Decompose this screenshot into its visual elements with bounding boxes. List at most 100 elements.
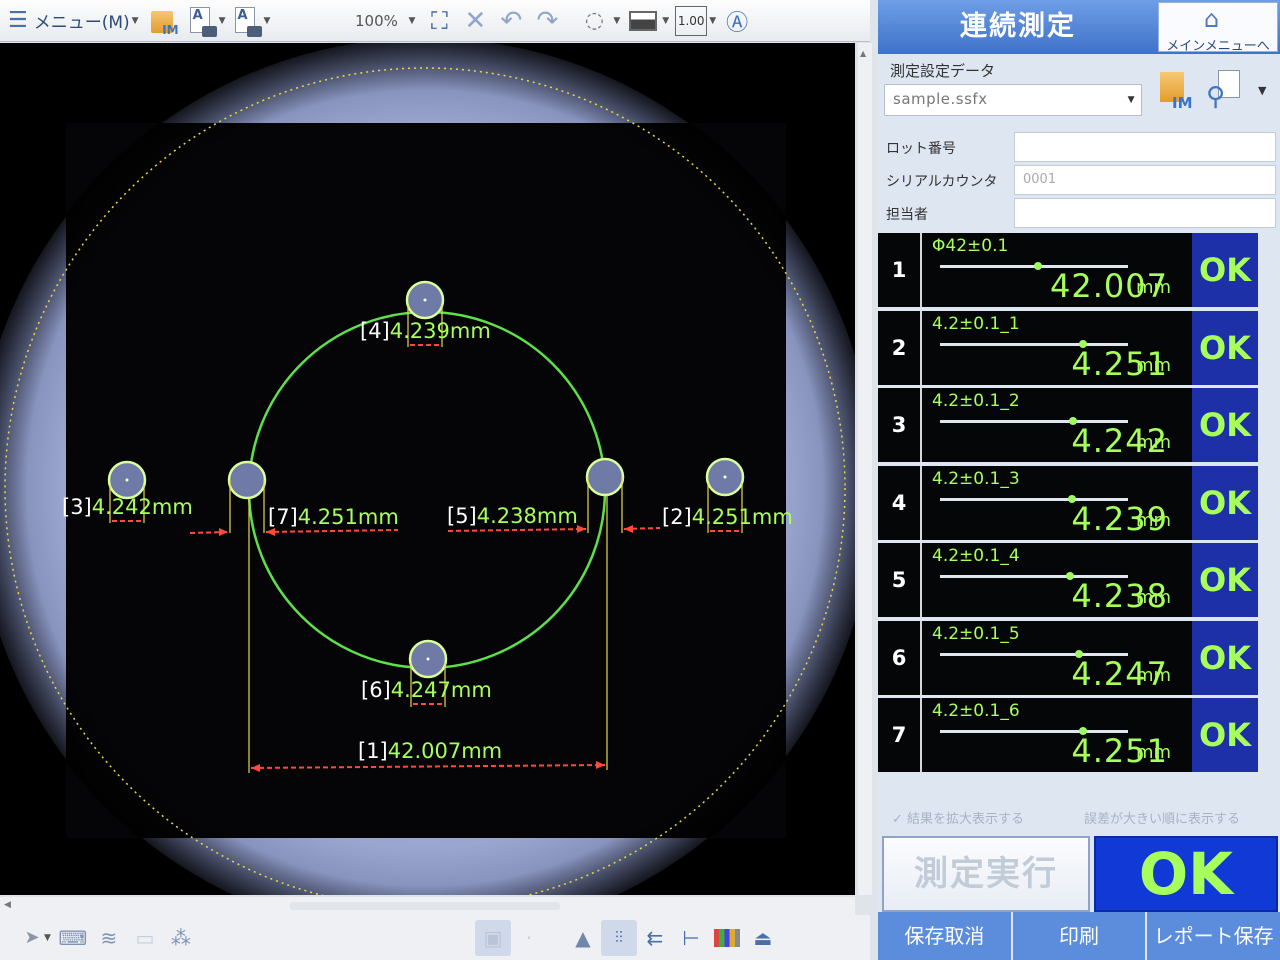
result-unit: mm xyxy=(1136,354,1172,376)
undo-button[interactable]: ↶ xyxy=(493,3,529,39)
measure-label-4[interactable]: [4]4.239mm xyxy=(360,319,491,343)
result-number: 1 xyxy=(878,233,922,307)
save-button[interactable]: A xyxy=(187,5,217,37)
zoom-level[interactable]: 100% xyxy=(346,12,406,30)
measure-id: [4] xyxy=(360,319,390,343)
view-mode-button[interactable]: ▣ xyxy=(474,919,511,956)
setting-file-select[interactable]: sample.ssfx ▼ xyxy=(884,84,1142,116)
lot-number-input[interactable] xyxy=(1014,132,1276,162)
serial-counter-input[interactable]: 0001 xyxy=(1014,165,1276,195)
sort-by-error-option[interactable]: 誤差が大きい順に表示する xyxy=(1084,808,1240,827)
panel-header: 連続測定 ⌂ メインメニューへ xyxy=(878,0,1280,54)
menu-button[interactable]: ☰ メニュー(M) ▼ xyxy=(0,3,149,39)
app-window: ☰ メニュー(M) ▼ IM A ▼ A ▼ 100% ▼ ⛶ ✕ ↶ ↷ ◌ … xyxy=(0,0,1280,960)
result-row[interactable]: 1 Φ42±0.1 42.007 mm OK xyxy=(878,233,1258,307)
layers-button[interactable]: ≋ xyxy=(91,920,127,956)
measure-label-6[interactable]: [6]4.247mm xyxy=(361,678,492,702)
chevron-down-icon[interactable]: ▼ xyxy=(709,16,716,26)
result-row[interactable]: 4 4.2±0.1_3 4.239 mm OK xyxy=(878,465,1258,540)
print-button[interactable]: A xyxy=(232,5,262,37)
blank-tool-button[interactable]: · xyxy=(511,920,547,956)
display-options: ✓ 結果を拡大表示する 誤差が大きい順に表示する xyxy=(878,804,1280,828)
measure-label-2[interactable]: [2]4.251mm xyxy=(662,505,793,529)
setting-data-label: 測定設定データ xyxy=(890,62,996,80)
chevron-down-icon[interactable]: ▼ xyxy=(1258,84,1266,97)
image-button[interactable]: ▭ xyxy=(127,920,163,956)
result-number: 4 xyxy=(878,465,922,540)
print-button[interactable]: 印刷 xyxy=(1013,912,1148,960)
camera-view[interactable]: [4]4.239mm [3]4.242mm [7]4.251mm [5]4.23… xyxy=(0,43,855,895)
scale-button[interactable]: 1.00 xyxy=(675,5,708,36)
operator-input[interactable] xyxy=(1014,198,1276,228)
measure-value: 4.251mm xyxy=(691,505,793,529)
scroll-left-icon[interactable]: ◀ xyxy=(4,900,11,910)
measure-value: 42.007mm xyxy=(387,739,503,763)
result-row[interactable]: 2 4.2±0.1_1 4.251 mm OK xyxy=(878,310,1258,385)
result-row[interactable]: 7 4.2±0.1_6 4.251 mm OK xyxy=(878,698,1258,772)
keyboard-icon: ⌨ xyxy=(58,925,88,950)
open-setting-button[interactable]: IM xyxy=(1158,68,1194,112)
browse-setting-button[interactable]: ⚲ xyxy=(1204,68,1254,112)
measure-label-3[interactable]: [3]4.242mm xyxy=(62,495,193,519)
scroll-up-icon[interactable]: ▲ xyxy=(860,49,866,58)
measure-label-7[interactable]: [7]4.251mm xyxy=(268,505,399,529)
result-row[interactable]: 5 4.2±0.1_4 4.238 mm OK xyxy=(878,543,1258,617)
measure-label-5[interactable]: [5]4.238mm xyxy=(447,504,578,528)
result-number: 3 xyxy=(878,388,922,462)
delete-button[interactable]: ✕ xyxy=(457,3,493,39)
dotted-circle-icon: ◌ xyxy=(584,8,604,33)
ring-light-button[interactable]: ⫶⫶ xyxy=(600,919,637,956)
panel-footer: 保存取消 印刷 レポート保存 xyxy=(878,912,1280,960)
measure-value: 4.239mm xyxy=(389,319,491,343)
cancel-save-button[interactable]: 保存取消 xyxy=(878,912,1013,960)
run-measure-button[interactable]: 測定実行 xyxy=(882,836,1090,912)
view-mode-icon: ▣ xyxy=(483,925,503,950)
chevron-down-icon[interactable]: ▼ xyxy=(219,16,226,26)
axis-tool-button[interactable]: ⊢ xyxy=(673,920,709,956)
home-icon: ⌂ xyxy=(1204,5,1220,33)
color-button[interactable] xyxy=(709,920,745,956)
chevron-down-icon[interactable]: ▼ xyxy=(44,933,51,943)
chevron-down-icon[interactable]: ▼ xyxy=(408,16,415,26)
edge-tool-button[interactable]: ⇇ xyxy=(637,920,673,956)
result-number: 6 xyxy=(878,620,922,695)
result-row[interactable]: 3 4.2±0.1_2 4.242 mm OK xyxy=(878,388,1258,462)
chevron-down-icon[interactable]: ▼ xyxy=(613,16,620,26)
measure-value: 4.242mm xyxy=(91,495,193,519)
stage-button[interactable]: ⏏ xyxy=(745,920,781,956)
horizontal-scrollbar[interactable]: ◀ xyxy=(0,897,855,915)
lighting-up-button[interactable]: ▲ xyxy=(565,920,601,956)
cursor-arrow-icon: ➤ xyxy=(24,927,40,948)
hamburger-icon: ☰ xyxy=(8,8,28,33)
selection-tool-button[interactable]: ◌ xyxy=(577,3,611,39)
layers-icon: ≋ xyxy=(100,925,118,950)
menu-label: メニュー(M) xyxy=(33,13,130,33)
tolerance-marker xyxy=(1033,262,1042,270)
scroll-thumb[interactable] xyxy=(290,902,560,910)
im-badge-icon: IM xyxy=(1172,94,1193,112)
result-name: Φ42±0.1 xyxy=(932,236,1009,256)
display-mode-button[interactable] xyxy=(626,3,660,39)
result-judge: OK xyxy=(1192,698,1258,772)
vertical-scrollbar[interactable]: ▲ xyxy=(858,43,872,895)
chevron-down-icon[interactable]: ▼ xyxy=(264,16,271,26)
measure-label-1[interactable]: [1]42.007mm xyxy=(358,739,502,763)
operator-row: 担当者 xyxy=(878,198,1280,228)
auto-edge-button[interactable]: Ⓐ xyxy=(722,3,752,39)
keyboard-button[interactable]: ⌨ xyxy=(55,920,91,956)
network-button[interactable]: ⁂ xyxy=(163,920,199,956)
expand-result-option[interactable]: ✓ 結果を拡大表示する xyxy=(892,808,1024,827)
result-judge: OK xyxy=(1192,465,1258,540)
result-row[interactable]: 6 4.2±0.1_5 4.247 mm OK xyxy=(878,620,1258,695)
redo-button[interactable]: ↷ xyxy=(529,3,565,39)
fit-text-button[interactable]: ⛶ xyxy=(421,3,457,39)
result-name: 4.2±0.1_3 xyxy=(932,468,1020,489)
auto-edge-icon: Ⓐ xyxy=(726,10,749,36)
chevron-down-icon[interactable]: ▼ xyxy=(662,16,669,26)
open-im-file-button[interactable]: IM xyxy=(149,5,179,37)
measure-id: [7] xyxy=(268,505,298,529)
letter-a-icon: A xyxy=(192,7,203,23)
main-menu-button[interactable]: ⌂ メインメニューへ xyxy=(1158,2,1278,54)
measure-id: [3] xyxy=(62,495,92,519)
save-report-button[interactable]: レポート保存 xyxy=(1147,912,1280,960)
